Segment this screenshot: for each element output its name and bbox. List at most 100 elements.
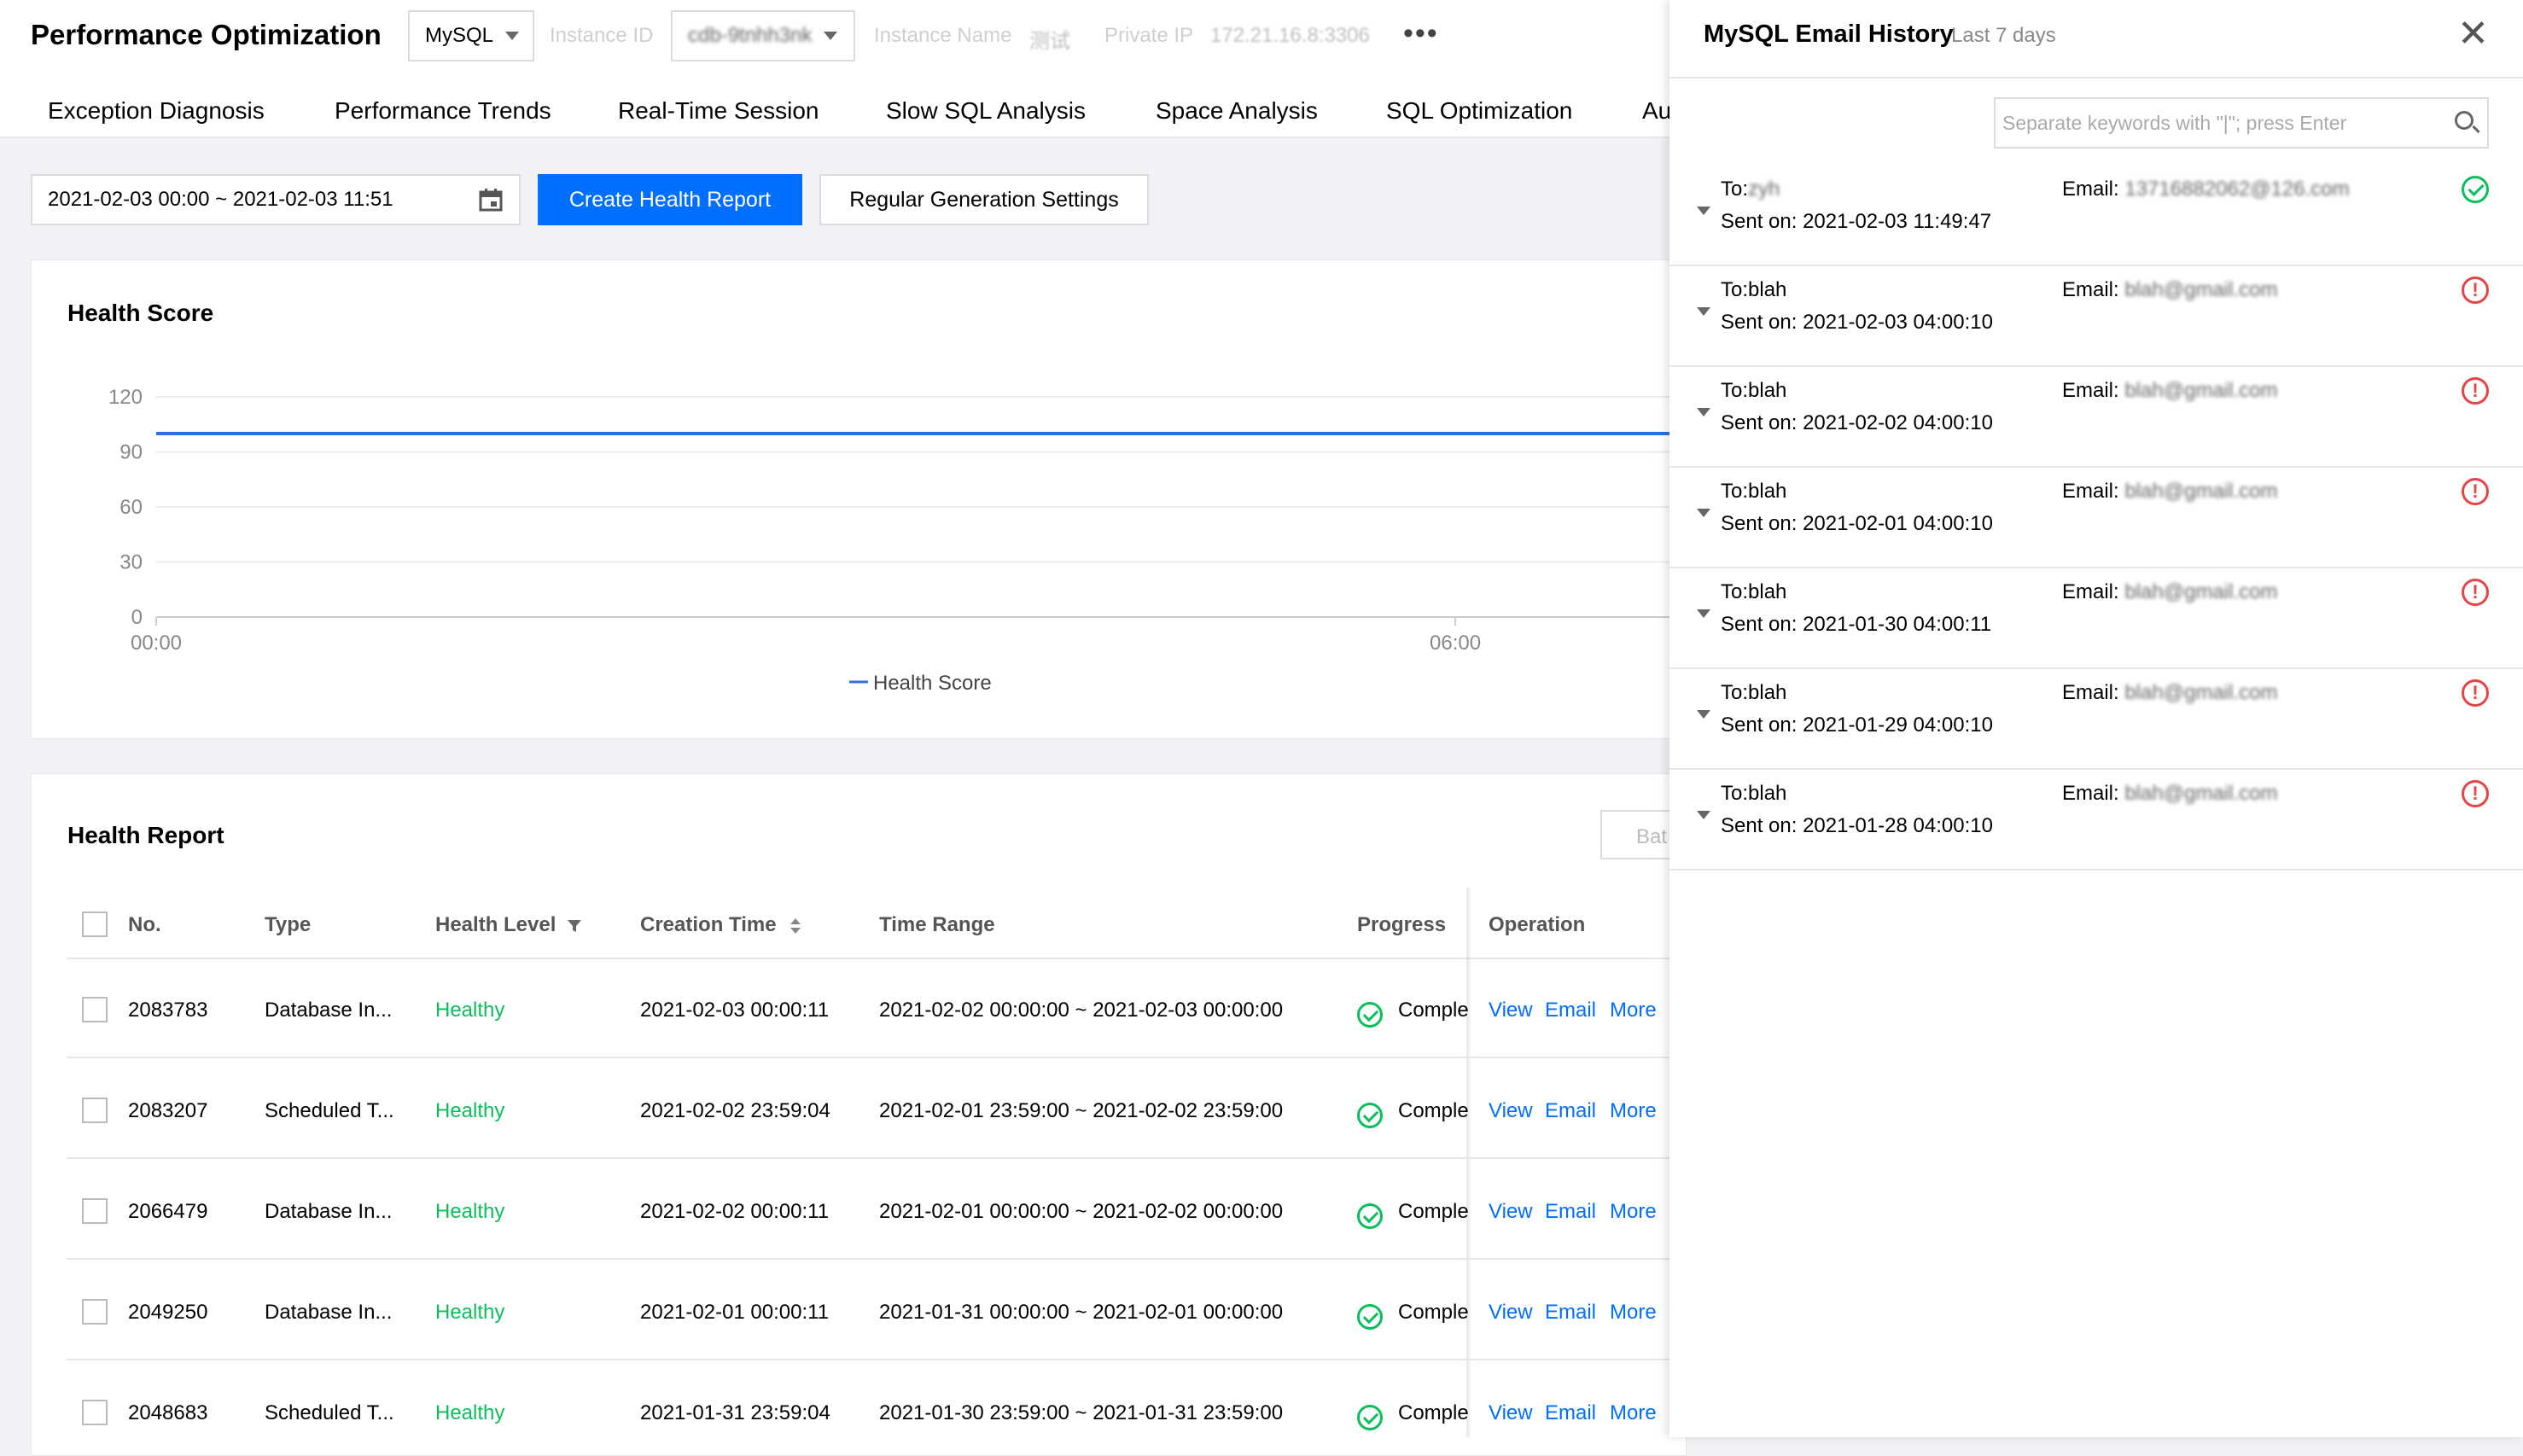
time-range: 2021-01-30 23:59:00 ~ 2021-01-31 23:59:0…: [879, 1401, 1284, 1424]
more-link[interactable]: More: [1610, 1200, 1657, 1224]
recipient-name: blah: [1748, 480, 1787, 503]
y-tick-label: 0: [131, 606, 143, 629]
report-no: 2083207: [128, 1099, 208, 1122]
email-value: blah@gmail.com: [2124, 782, 2278, 805]
tab-exception-diagnosis[interactable]: Exception Diagnosis: [48, 97, 265, 125]
more-link[interactable]: More: [1610, 999, 1657, 1022]
column-header-creation-time[interactable]: Creation Time: [640, 913, 802, 937]
row-checkbox[interactable]: [82, 997, 108, 1022]
error-icon: !: [2462, 579, 2489, 606]
chevron-down-icon: [505, 32, 520, 40]
email-label: Email:: [2062, 782, 2125, 805]
expand-caret-icon[interactable]: [1697, 207, 1710, 215]
more-link[interactable]: More: [1610, 1099, 1657, 1123]
health-level-value: Healthy: [435, 1301, 505, 1324]
health-report-title: Health Report: [67, 822, 224, 848]
row-checkbox[interactable]: [82, 1400, 108, 1425]
y-tick-label: 60: [119, 496, 143, 519]
regular-generation-settings-button[interactable]: Regular Generation Settings: [819, 174, 1149, 225]
expand-caret-icon[interactable]: [1697, 509, 1710, 517]
view-link[interactable]: View: [1489, 1099, 1533, 1123]
email-value: blah@gmail.com: [2124, 580, 2278, 603]
instance-id-select[interactable]: cdb-9tnhh3nk: [671, 10, 855, 61]
health-level-value: Healthy: [435, 1200, 505, 1223]
email-link[interactable]: Email: [1545, 1099, 1596, 1123]
y-tick-label: 90: [119, 441, 143, 464]
email-history-item[interactable]: To:blah Sent on: 2021-01-30 04:00:11 Email…: [1669, 567, 2523, 669]
health-level-header-label: Health Level: [435, 913, 556, 936]
more-link[interactable]: More: [1610, 1301, 1657, 1325]
sent-time: Sent on: 2021-01-30 04:00:11: [1721, 613, 1992, 636]
email-link[interactable]: Email: [1545, 999, 1596, 1022]
email-history-drawer: MySQL Email History Last 7 days ✕ Separa…: [1669, 0, 2523, 1437]
create-health-report-button[interactable]: Create Health Report: [538, 174, 802, 225]
expand-caret-icon[interactable]: [1697, 408, 1710, 416]
close-icon[interactable]: ✕: [2457, 12, 2489, 55]
column-header-health-level[interactable]: Health Level: [435, 913, 582, 937]
report-type: Scheduled T...: [265, 1401, 394, 1424]
view-link[interactable]: View: [1489, 1200, 1533, 1224]
row-checkbox[interactable]: [82, 1198, 108, 1224]
report-type: Database In...: [265, 999, 393, 1022]
email-history-item[interactable]: To:zyh Sent on: 2021-02-03 11:49:47 Email:…: [1669, 164, 2523, 266]
email-address: Email: blah@gmail.com: [2062, 379, 2277, 403]
sent-time: Sent on: 2021-02-03 04:00:10: [1721, 311, 1993, 334]
tab-space-analysis[interactable]: Space Analysis: [1156, 97, 1318, 125]
report-no: 2083783: [128, 999, 208, 1022]
health-level-value: Healthy: [435, 999, 505, 1022]
email-history-item[interactable]: To:blah Sent on: 2021-02-01 04:00:10 Email…: [1669, 466, 2523, 568]
creation-time: 2021-02-02 23:59:04: [640, 1099, 830, 1122]
row-divider: [67, 1359, 1671, 1360]
row-checkbox[interactable]: [82, 1299, 108, 1325]
recipient-name: zyh: [1748, 178, 1780, 201]
tab-performance-trends[interactable]: Performance Trends: [335, 97, 551, 125]
expand-caret-icon[interactable]: [1697, 710, 1710, 719]
expand-caret-icon[interactable]: [1697, 307, 1710, 316]
search-icon[interactable]: [2455, 111, 2473, 130]
row-checkbox[interactable]: [82, 1098, 108, 1123]
progress-status: Comple: [1398, 1200, 1468, 1223]
view-link[interactable]: View: [1489, 1401, 1533, 1425]
creation-time: 2021-02-01 00:00:11: [640, 1301, 830, 1324]
instance-id-value: cdb-9tnhh3nk: [688, 24, 813, 47]
y-tick-label: 120: [108, 386, 143, 409]
email-history-item[interactable]: To:blah Sent on: 2021-01-28 04:00:10 Email…: [1669, 768, 2523, 871]
email-history-item[interactable]: To:blah Sent on: 2021-01-29 04:00:10 Email…: [1669, 667, 2523, 770]
email-link[interactable]: Email: [1545, 1200, 1596, 1224]
more-icon[interactable]: •••: [1403, 17, 1439, 50]
email-history-item[interactable]: To:blah Sent on: 2021-02-03 04:00:10 Email…: [1669, 265, 2523, 367]
email-link[interactable]: Email: [1545, 1301, 1596, 1325]
recipient: To:zyh: [1721, 178, 1780, 201]
recipient: To:blah: [1721, 278, 1786, 302]
error-icon: !: [2462, 679, 2489, 707]
fixed-column-shadow: [1466, 888, 1471, 1437]
column-header-progress: Progress: [1357, 913, 1447, 936]
email-address: Email: blah@gmail.com: [2062, 480, 2277, 504]
drawer-title: MySQL Email History: [1704, 20, 1954, 48]
y-tick-label: 30: [119, 551, 143, 574]
search-input[interactable]: Separate keywords with "|"; press Enter: [1994, 97, 2489, 149]
view-link[interactable]: View: [1489, 1301, 1533, 1325]
email-history-item[interactable]: To:blah Sent on: 2021-02-02 04:00:10 Email…: [1669, 365, 2523, 468]
tab-sql-optimization[interactable]: SQL Optimization: [1386, 97, 1572, 125]
error-icon: !: [2462, 277, 2489, 304]
instance-name-label: Instance Name: [874, 24, 1012, 47]
creation-time: 2021-02-03 00:00:11: [640, 999, 830, 1022]
recipient: To:blah: [1721, 580, 1786, 604]
expand-caret-icon[interactable]: [1697, 609, 1710, 618]
select-all-checkbox[interactable]: [82, 911, 108, 937]
expand-caret-icon[interactable]: [1697, 811, 1710, 819]
column-header-time-range: Time Range: [879, 913, 995, 936]
email-link[interactable]: Email: [1545, 1401, 1596, 1425]
instance-id-label: Instance ID: [550, 24, 654, 47]
date-range-picker[interactable]: 2021-02-03 00:00 ~ 2021-02-03 11:51: [31, 174, 521, 225]
tab-audit[interactable]: Au: [1642, 97, 1671, 125]
recipient-label: To:: [1721, 681, 1749, 704]
view-link[interactable]: View: [1489, 999, 1533, 1022]
tab-real-time-session[interactable]: Real-Time Session: [618, 97, 819, 125]
tab-slow-sql-analysis[interactable]: Slow SQL Analysis: [886, 97, 1086, 125]
db-type-select[interactable]: MySQL: [408, 10, 534, 61]
sent-time: Sent on: 2021-01-29 04:00:10: [1721, 713, 1993, 737]
more-link[interactable]: More: [1610, 1401, 1657, 1425]
time-range: 2021-01-31 00:00:00 ~ 2021-02-01 00:00:0…: [879, 1301, 1284, 1324]
